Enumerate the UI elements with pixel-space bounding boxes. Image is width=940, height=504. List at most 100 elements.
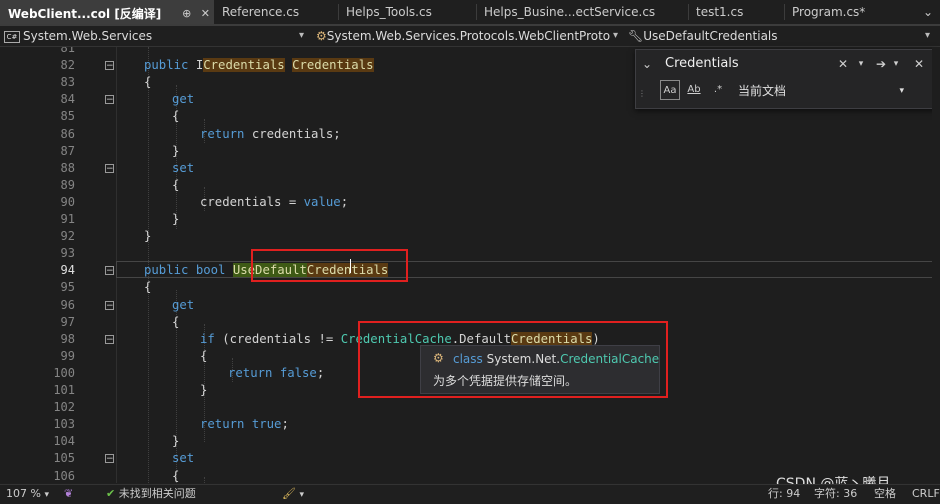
line-number: 100 xyxy=(53,365,75,380)
project-label: System.Web.Services xyxy=(23,29,153,43)
code-line[interactable]: 104} xyxy=(0,433,940,450)
code-token: { xyxy=(172,177,180,192)
close-icon[interactable]: ✕ xyxy=(201,7,210,20)
code-line[interactable]: 85 { xyxy=(0,108,940,125)
collapse-region-icon[interactable]: − xyxy=(105,334,114,344)
line-ending-status[interactable]: CRLF xyxy=(912,485,940,503)
code-line[interactable]: 103 return true; xyxy=(0,416,940,433)
keyword-token: get xyxy=(172,92,195,107)
tab-label: Reference.cs xyxy=(222,5,300,19)
vertical-scrollbar[interactable] xyxy=(932,47,940,483)
line-number: 104 xyxy=(53,434,75,449)
code-cleanup-brush-icon[interactable]: 🖌︎ ▾ xyxy=(282,485,304,504)
keyword-token: public bool xyxy=(144,263,233,278)
tab-overflow-icon[interactable]: ⌄ xyxy=(918,0,940,24)
quickinfo-tooltip: ⚙ class System.Net.CredentialCache 为多个凭据… xyxy=(420,345,660,394)
project-dropdown[interactable]: C# System.Web.Services ▾ xyxy=(4,27,308,45)
collapse-region-icon[interactable]: − xyxy=(105,454,114,464)
code-token: { xyxy=(144,75,152,90)
tab-program[interactable]: Program.cs* xyxy=(784,0,904,24)
check-circle-icon: ✔ xyxy=(106,487,116,500)
code-text: { xyxy=(144,279,151,296)
close-find-icon[interactable]: ✕ xyxy=(912,56,926,72)
expand-replace-chevron-icon[interactable]: ⌄ xyxy=(640,56,654,72)
pin-icon[interactable]: ⊕ xyxy=(182,7,191,20)
line-number: 90 xyxy=(60,194,75,209)
copilot-icon[interactable]: ❦ xyxy=(64,485,73,503)
code-line[interactable]: 102 xyxy=(0,399,940,416)
collapse-region-icon[interactable]: − xyxy=(105,300,114,310)
line-number: 86 xyxy=(60,126,75,141)
type-dropdown[interactable]: ⚙System.Web.Services.Protocols.WebClient… xyxy=(316,27,622,45)
tab-reference[interactable]: Reference.cs xyxy=(214,0,338,24)
line-number: 81 xyxy=(60,47,75,55)
search-history-dropdown-icon[interactable]: ▾ xyxy=(854,56,868,72)
tab-label: test1.cs xyxy=(696,5,744,19)
issues-indicator[interactable]: ✔ 未找到相关问题 xyxy=(106,485,196,503)
code-line[interactable]: 88 − set xyxy=(0,160,940,177)
collapse-region-icon[interactable]: − xyxy=(105,61,114,71)
code-line[interactable]: 96 − get xyxy=(0,297,940,314)
tab-webclientprotocol[interactable]: WebClient...col [反编译] ⊕ ✕ xyxy=(0,0,214,24)
member-dropdown[interactable]: 🔧︎UseDefaultCredentials ▾ xyxy=(628,27,934,45)
tab-test1[interactable]: test1.cs xyxy=(688,0,784,24)
whitespace-status[interactable]: 空格 xyxy=(874,485,896,503)
line-number-status[interactable]: 行: 94 xyxy=(768,485,800,503)
match-case-toggle[interactable]: Aa xyxy=(660,80,680,100)
line-number: 85 xyxy=(60,109,75,124)
code-line[interactable]: 86 return credentials; xyxy=(0,126,940,143)
keyword-token: return false xyxy=(228,365,317,380)
code-line[interactable]: 91} xyxy=(0,211,940,228)
code-line[interactable]: 92} xyxy=(0,228,940,245)
line-number: 82 xyxy=(60,58,75,73)
code-line[interactable]: 89 { xyxy=(0,177,940,194)
search-scope-dropdown[interactable]: 当前文档 ▾ xyxy=(738,82,908,100)
line-number: 101 xyxy=(53,383,75,397)
code-token: credentials; xyxy=(251,126,341,141)
code-token: } xyxy=(172,434,180,449)
code-text: public ICredentials Credentials xyxy=(144,57,374,74)
tooltip-type[interactable]: CredentialCache xyxy=(560,352,659,366)
tab-helps-business[interactable]: Helps_Busine...ectService.cs xyxy=(476,0,688,24)
collapse-region-icon[interactable]: − xyxy=(105,95,114,105)
code-token: ; xyxy=(340,194,349,209)
match-whole-word-toggle[interactable]: Ab xyxy=(684,80,704,100)
code-line[interactable]: 90 credentials = value; xyxy=(0,194,940,211)
code-text: { xyxy=(172,468,179,484)
code-line[interactable]: 95 { xyxy=(0,279,940,296)
zoom-dropdown[interactable]: 107 % ▾ xyxy=(6,485,49,504)
code-line[interactable]: 94− public bool UseDefaultCredentials xyxy=(0,261,940,279)
code-text: { xyxy=(200,348,207,365)
line-number: 97 xyxy=(60,314,75,329)
line-number: 96 xyxy=(60,297,75,312)
collapse-region-icon[interactable]: − xyxy=(105,266,114,276)
search-match-token: Credentials xyxy=(203,58,285,73)
tooltip-signature: class System.Net.CredentialCache xyxy=(453,352,659,366)
code-editor[interactable]: 81 82 − public ICredentials Credentials 83 {8… xyxy=(0,47,940,483)
line-number: 84 xyxy=(60,92,75,107)
code-line[interactable]: 87} xyxy=(0,143,940,160)
tab-helps-tools[interactable]: Helps_Tools.cs xyxy=(338,0,476,24)
keyword-token: return true xyxy=(200,417,282,432)
code-line[interactable]: 93 xyxy=(0,245,940,262)
tooltip-description: 为多个凭据提供存储空间。 xyxy=(433,374,578,388)
find-next-dropdown-icon[interactable]: ▾ xyxy=(890,56,902,72)
tooltip-namespace: System.Net. xyxy=(486,352,561,366)
line-number: 106 xyxy=(53,468,75,483)
code-token: (credentials != xyxy=(222,331,341,346)
code-text: return true; xyxy=(200,416,289,433)
collapse-region-icon[interactable]: − xyxy=(105,163,114,173)
drag-handle-icon[interactable]: ⋮ xyxy=(638,86,646,102)
code-text: } xyxy=(200,382,207,399)
line-number: 88 xyxy=(60,160,75,175)
regex-toggle[interactable]: .* xyxy=(708,80,728,100)
code-token: { xyxy=(172,109,180,124)
line-number: 87 xyxy=(60,143,75,158)
keyword-token: public xyxy=(144,58,196,73)
line-number: 105 xyxy=(53,451,75,466)
code-line[interactable]: 105 − set xyxy=(0,450,940,467)
column-status[interactable]: 字符: 36 xyxy=(814,485,857,503)
find-input[interactable]: Credentials xyxy=(658,54,865,74)
find-next-icon[interactable]: ➔ xyxy=(874,56,888,72)
clear-search-icon[interactable]: ✕ xyxy=(836,56,850,72)
